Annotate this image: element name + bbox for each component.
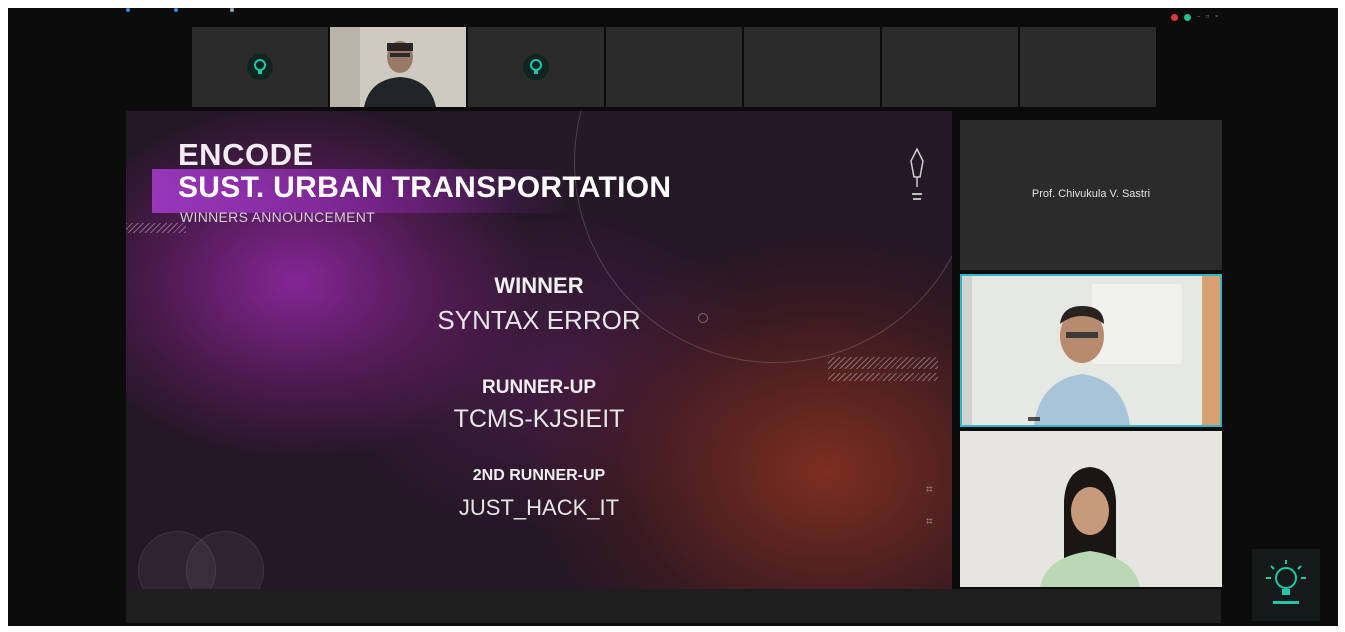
host-name: Prof. Chivukula V. Sastri [1031, 188, 1151, 200]
brand-logo-icon [523, 54, 549, 80]
menu-item[interactable] [126, 8, 130, 12]
host-name-tile[interactable]: Prof. Chivukula V. Sastri [960, 120, 1222, 270]
result-heading: 2ND RUNNER-UP [472, 467, 606, 484]
decorative-stripes [126, 223, 186, 233]
security-icon[interactable] [1184, 13, 1192, 21]
gallery-grid-icon: ⌗ [926, 482, 933, 496]
slide-subtitle: SUST. URBAN TRANSPORTATION [178, 171, 672, 204]
brand-logo-icon [1252, 549, 1320, 621]
brand-logo-icon [247, 54, 273, 80]
minimize-icon[interactable]: – [1197, 14, 1200, 20]
slide-bottom-bar [126, 589, 1221, 623]
announcement-label: WINNERS ANNOUNCEMENT [180, 209, 376, 225]
participant-video-tile[interactable] [330, 27, 466, 107]
participant-tile[interactable] [606, 27, 742, 107]
participant-tile[interactable] [1020, 27, 1156, 107]
slide-title: ENCODE [178, 137, 314, 172]
window-controls: – □ × [1171, 8, 1218, 26]
recording-icon [1171, 13, 1179, 21]
result-team: JUST_HACK_IT [458, 495, 620, 520]
gallery-grid-icon: ⌗ [926, 514, 933, 528]
decorative-stripes [828, 357, 938, 369]
participant-video [330, 27, 466, 107]
participant-video [960, 431, 1222, 587]
result-team: SYNTAX ERROR [437, 305, 641, 335]
view-menu[interactable] [230, 8, 234, 12]
meeting-window: – □ × ENCODE SUST. URBAN TRANSPORTATION … [8, 8, 1338, 626]
shared-screen-slide: ENCODE SUST. URBAN TRANSPORTATION WINNER… [126, 111, 952, 589]
maximize-icon[interactable]: □ [1206, 14, 1209, 20]
participant-name-tag [1028, 417, 1040, 421]
participant-tile[interactable] [882, 27, 1018, 107]
participant-tile[interactable] [744, 27, 880, 107]
participant-video-tile[interactable] [960, 431, 1222, 587]
result-heading: WINNER [494, 273, 584, 298]
close-icon[interactable]: × [1215, 14, 1218, 20]
menu-bar [8, 8, 1338, 26]
participant-video [962, 276, 1220, 425]
menu-item[interactable] [174, 8, 178, 12]
participant-tile[interactable] [192, 27, 328, 107]
result-heading: RUNNER-UP [482, 377, 596, 398]
result-team: TCMS-KJSIEIT [453, 405, 625, 433]
event-emblem-icon [910, 147, 924, 200]
active-speaker-tile[interactable] [960, 274, 1222, 427]
participant-strip [192, 27, 1156, 107]
participant-tile[interactable] [468, 27, 604, 107]
